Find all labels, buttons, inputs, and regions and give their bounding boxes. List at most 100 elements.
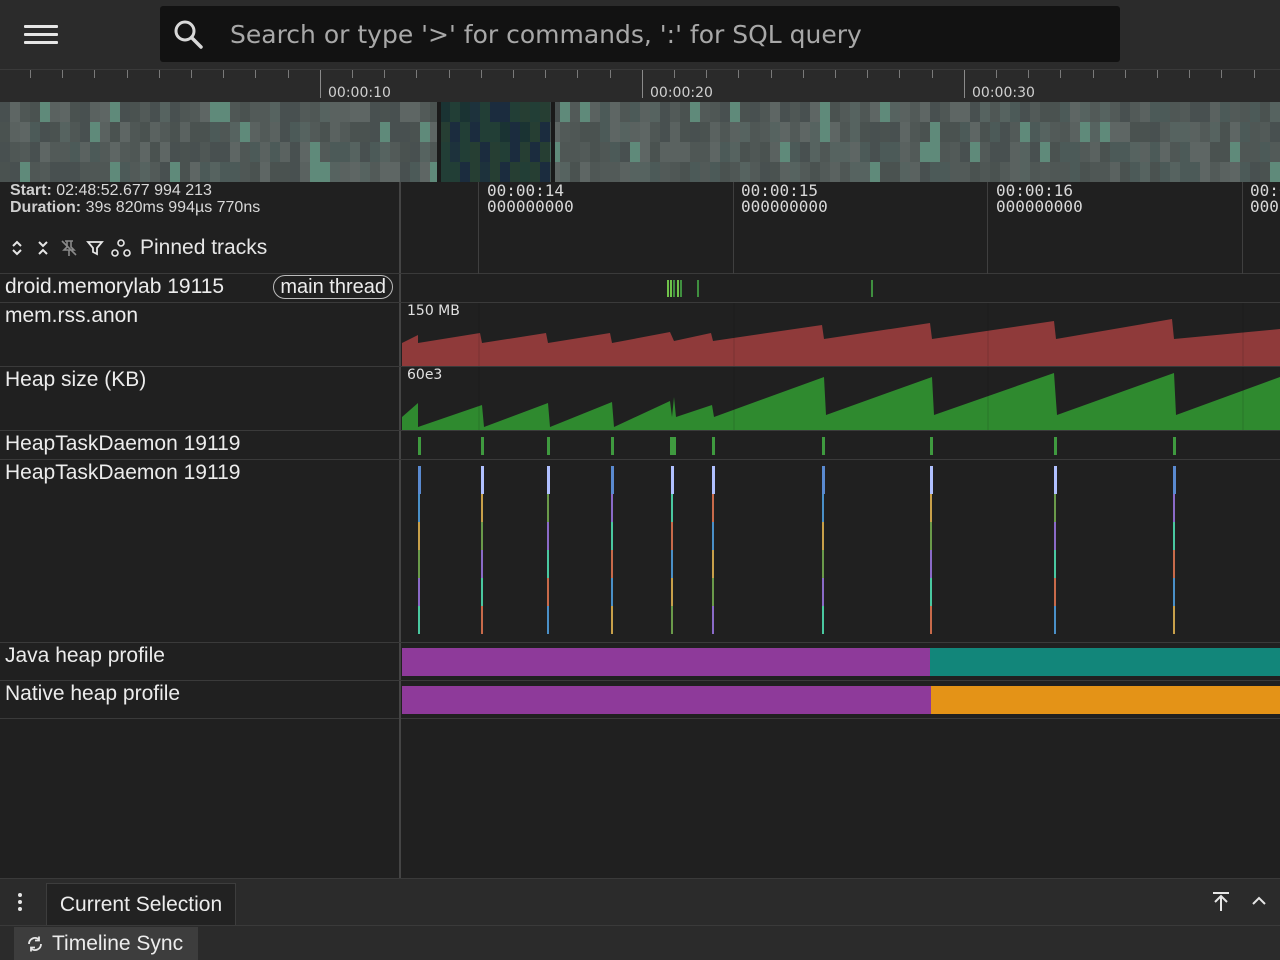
overview-heat-cell [1200, 102, 1210, 122]
overview-heat-cell [590, 102, 600, 122]
overview-heat-cell [720, 122, 730, 142]
expand-all-icon[interactable] [6, 237, 28, 259]
track-shell[interactable]: Java heap profile [0, 643, 401, 680]
collapse-all-icon[interactable] [32, 237, 54, 259]
track-heap-task-daemon-slices[interactable]: HeapTaskDaemon 19119 [0, 460, 1280, 643]
daemon-state-tick [712, 437, 715, 455]
daemon-slice [481, 494, 483, 522]
overview-heat-cell [690, 102, 700, 122]
overview-heat-cell [1020, 142, 1030, 162]
java-heap-slice[interactable] [402, 648, 930, 676]
overview-heat-cell [770, 142, 780, 162]
overview-heat-cell [840, 122, 850, 142]
omnibox[interactable] [160, 6, 1120, 62]
native-heap-slice[interactable] [402, 686, 931, 714]
overview-heat-cell [1240, 122, 1250, 142]
overview-heat-cell [260, 162, 270, 182]
overview-heat-cell [1010, 102, 1020, 122]
track-shell[interactable]: HeapTaskDaemon 19119 [0, 460, 401, 642]
overview-heat-cell [1150, 162, 1160, 182]
overview-heat-cell [320, 162, 330, 182]
track-heap-task-daemon[interactable]: HeapTaskDaemon 19119 [0, 431, 1280, 460]
overview-heat-cell [1050, 142, 1060, 162]
overview-heat-cell [890, 102, 900, 122]
overview-heat-cell [1010, 122, 1020, 142]
daemon-slice [547, 550, 549, 578]
track-shell[interactable]: HeapTaskDaemon 19119 [0, 431, 401, 459]
track-canvas[interactable] [402, 431, 1280, 459]
overview-heat-cell [420, 102, 430, 122]
tab-current-selection[interactable]: Current Selection [46, 883, 236, 925]
java-heap-slice[interactable] [930, 648, 1280, 676]
overview-timeline[interactable]: 00:00:10 00:00:20 00:00:30 [0, 70, 1280, 182]
overview-heat-cell [1210, 122, 1220, 142]
overview-heat-cell [1000, 102, 1010, 122]
overview-heat-cell [670, 162, 680, 182]
track-canvas[interactable] [402, 274, 1280, 302]
daemon-slice [1173, 578, 1175, 606]
track-shell[interactable]: mem.rss.anon [0, 303, 401, 366]
overview-heat-cell [250, 102, 260, 122]
overview-heat-cell [0, 162, 10, 182]
overview-heat-cell [190, 162, 200, 182]
pinned-header: Start: 02:48:52.677 994 213 Duration: 39… [0, 182, 401, 273]
track-canvas[interactable]: 150 MB [402, 303, 1280, 366]
overview-tick [835, 70, 836, 78]
daemon-slice [1054, 578, 1056, 606]
more-options-icon[interactable] [14, 891, 26, 911]
track-shell[interactable]: Native heap profile [0, 681, 401, 718]
track-process[interactable]: droid.memorylab 19115 main thread [0, 274, 1280, 303]
overview-heat-cell [400, 142, 410, 162]
overview-heat-cell [900, 122, 910, 142]
heap-scale-label: 60e3 [407, 367, 443, 383]
track-shell[interactable]: droid.memorylab 19115 main thread [0, 274, 401, 302]
chevron-up-icon[interactable] [1248, 889, 1270, 915]
overview-heat-cell [830, 102, 840, 122]
overview-heat-cell [1040, 102, 1050, 122]
maximize-panel-icon[interactable] [1208, 889, 1234, 915]
overview-tick [1060, 70, 1061, 78]
filter-icon[interactable] [84, 237, 106, 259]
overview-heat-cell [800, 122, 810, 142]
track-canvas[interactable] [402, 460, 1280, 642]
overview-heat-cell [410, 122, 420, 142]
track-shell[interactable]: Heap size (KB) [0, 367, 401, 430]
visible-window-handle[interactable] [437, 102, 555, 182]
overview-heat-cell [1030, 162, 1040, 182]
track-native-heap-profile[interactable]: Native heap profile [0, 681, 1280, 719]
track-canvas[interactable] [402, 681, 1280, 718]
overview-tick [964, 70, 965, 98]
overview-heat-cell [160, 122, 170, 142]
daemon-slice [822, 494, 824, 522]
overview-heat-cell [190, 122, 200, 142]
overview-heat-cell [1060, 102, 1070, 122]
overview-heat-cell [230, 142, 240, 162]
search-input[interactable] [230, 14, 1100, 54]
overview-heat-cell [210, 142, 220, 162]
daemon-slice [671, 494, 673, 522]
overview-tick [642, 70, 643, 98]
overview-heat-cell [270, 102, 280, 122]
overview-tick-label: 00:00:20 [650, 85, 713, 101]
daemon-slice [671, 550, 673, 578]
overview-heat-cell [400, 122, 410, 142]
daemon-slice [1054, 494, 1056, 522]
unpin-all-icon[interactable] [58, 237, 80, 259]
native-heap-slice[interactable] [931, 686, 1280, 714]
track-java-heap-profile[interactable]: Java heap profile [0, 643, 1280, 681]
track-rss[interactable]: mem.rss.anon 150 MB [0, 303, 1280, 367]
overview-heat-cell [260, 142, 270, 162]
daemon-slice [1173, 494, 1175, 522]
daemon-slice [1054, 606, 1056, 634]
overview-tick [1221, 70, 1222, 78]
track-canvas[interactable]: 60e3 [402, 367, 1280, 430]
overview-heat-cell [250, 162, 260, 182]
menu-icon[interactable] [20, 20, 62, 50]
track-canvas[interactable] [402, 643, 1280, 680]
overview-heat-cell [730, 102, 740, 122]
overview-heat-cell [570, 102, 580, 122]
timeline-sync-button[interactable]: Timeline Sync [14, 927, 198, 960]
overview-heat-cell [220, 142, 230, 162]
overview-heat-cell [40, 122, 50, 142]
track-heap-size[interactable]: Heap size (KB) 60e3 [0, 367, 1280, 431]
